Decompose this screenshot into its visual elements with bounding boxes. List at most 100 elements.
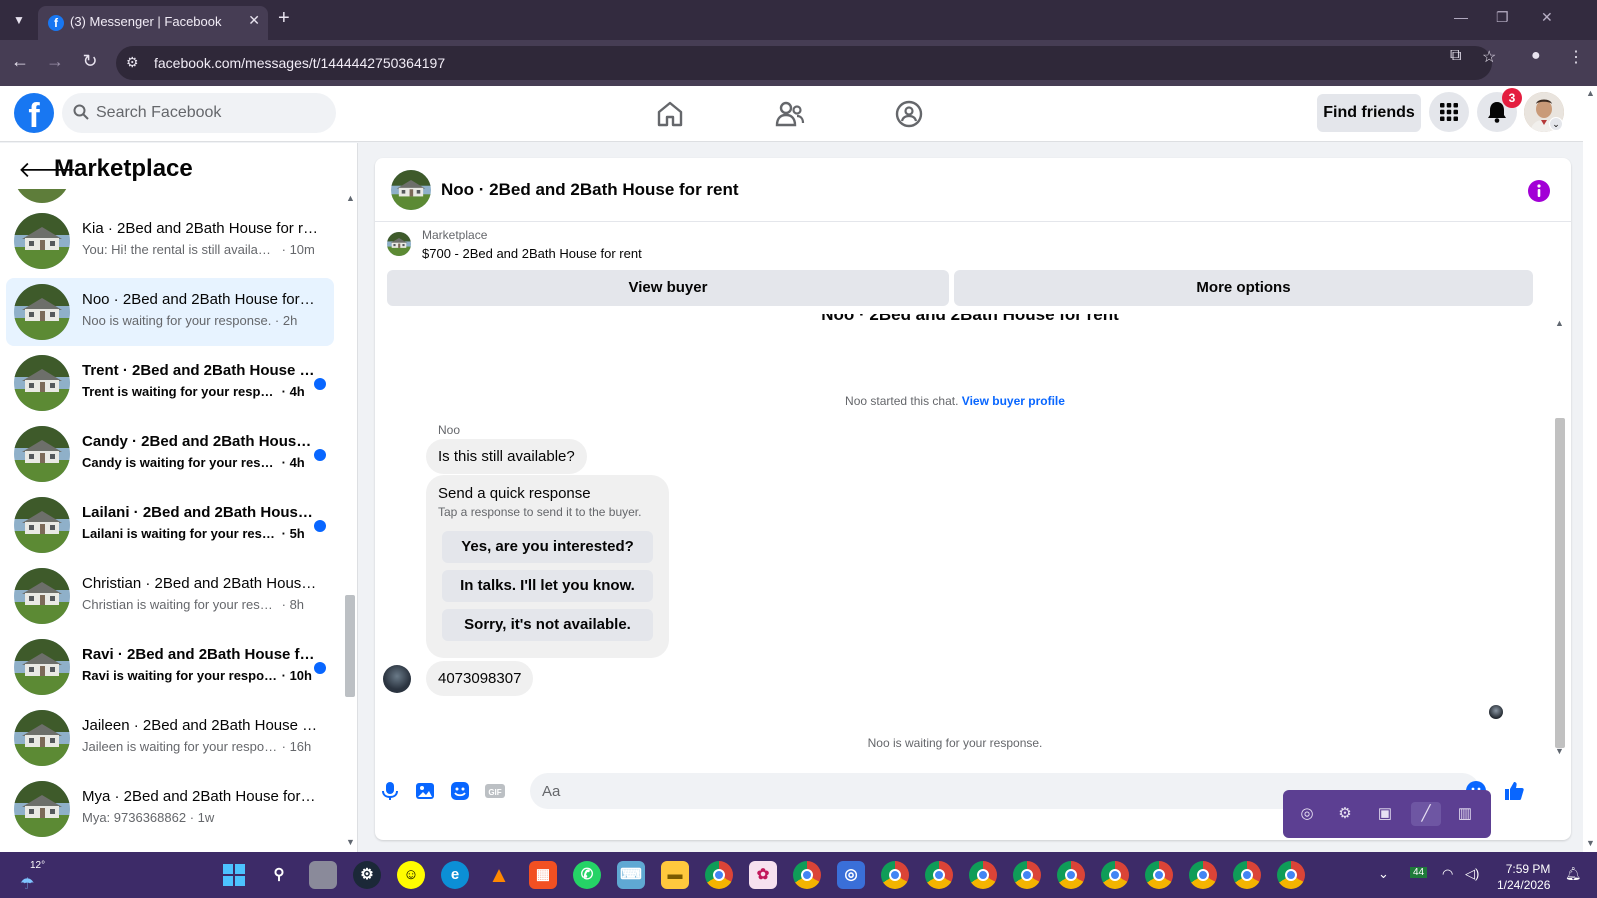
chrome-icon[interactable]	[1057, 861, 1085, 889]
reload-icon[interactable]: ↻	[78, 51, 102, 72]
page-scrollbar[interactable]: ▲ ▼	[1583, 86, 1597, 852]
new-tab-icon[interactable]: +	[278, 7, 290, 30]
facebook-logo-icon[interactable]: f	[14, 93, 54, 135]
sticker-icon[interactable]	[449, 780, 471, 802]
chat-scroll-up-icon[interactable]: ▲	[1555, 318, 1564, 328]
chrome-icon[interactable]	[925, 861, 953, 889]
photos-app-icon[interactable]: ✿	[749, 861, 777, 889]
home-icon[interactable]	[654, 98, 686, 130]
back-icon[interactable]: ←	[8, 51, 32, 72]
search-input[interactable]	[96, 93, 326, 133]
keyboard-app-icon[interactable]: ⌨	[617, 861, 645, 889]
taskbar-search-icon[interactable]: ⚲	[265, 861, 293, 889]
sidebar-scroll-up-icon[interactable]: ▲	[346, 193, 355, 203]
chrome-icon[interactable]	[705, 861, 733, 889]
profile-icon[interactable]: ●	[1531, 47, 1541, 65]
restore-icon[interactable]: ❐	[1496, 9, 1509, 26]
tray-app-badge[interactable]: 44	[1410, 867, 1428, 878]
snapchat-icon[interactable]: ☺	[397, 861, 425, 889]
file-explorer-icon[interactable]: ▬	[661, 861, 689, 889]
conversation-item[interactable]: Trent · 2Bed and 2Bath House for rent Tre…	[6, 349, 334, 417]
view-buyer-button[interactable]: View buyer	[387, 270, 949, 306]
tab-close-icon[interactable]: ✕	[248, 12, 260, 29]
message-bubble[interactable]: 4073098307	[426, 661, 534, 696]
edge-icon[interactable]: e	[441, 861, 469, 889]
chrome-icon[interactable]	[793, 861, 821, 889]
facebook-search[interactable]	[62, 93, 336, 133]
menu-button[interactable]	[1429, 92, 1469, 132]
clipped-chat-intro: Noo · 2Bed and 2Bath House for rent	[375, 314, 1553, 324]
tray-overflow-chevron-icon[interactable]: ⌄	[1378, 866, 1389, 882]
info-icon[interactable]	[1528, 180, 1550, 202]
marketplace-sidebar: 🡐 Marketplace ▲ ▼ Kia · 2Bed and 2Bath H…	[0, 143, 358, 852]
vlc-icon[interactable]: ▲	[485, 861, 513, 889]
gif-icon[interactable]: GIF	[484, 780, 506, 802]
conversation-separator: ·	[278, 668, 290, 683]
find-friends-button[interactable]: Find friends	[1317, 94, 1421, 132]
microphone-icon[interactable]	[379, 780, 401, 802]
whatsapp-icon[interactable]: ✆	[573, 861, 601, 889]
sidebar-scrollbar[interactable]	[345, 595, 355, 697]
window-close-icon[interactable]: ✕	[1541, 9, 1553, 26]
screenshot-app-icon[interactable]: ◎	[1295, 802, 1319, 826]
microsoft-store-icon[interactable]: ▦	[529, 861, 557, 889]
browser-tab-messenger[interactable]: f (3) Messenger | Facebook ✕	[38, 6, 268, 40]
conversation-item[interactable]: Kia · 2Bed and 2Bath House for rent You: …	[6, 207, 334, 275]
page-scroll-down-icon[interactable]: ▼	[1586, 838, 1595, 848]
volume-icon[interactable]: ◁)	[1465, 866, 1479, 882]
pen-tray-icon[interactable]: ╱	[1411, 802, 1441, 826]
thumbs-up-icon[interactable]	[1503, 780, 1525, 802]
steam-tray-icon[interactable]: ⚙	[1333, 802, 1357, 826]
buyer-avatar[interactable]	[383, 665, 411, 693]
friends-icon[interactable]	[774, 98, 806, 130]
install-app-icon[interactable]: ⧉	[1450, 47, 1461, 65]
browser-menu-icon[interactable]: ⋮	[1568, 47, 1584, 67]
quick-response-in-talks-button[interactable]: In talks. I'll let you know.	[442, 570, 653, 602]
chrome-icon[interactable]	[881, 861, 909, 889]
listing-thumbnail[interactable]	[391, 170, 431, 210]
windows-taskbar: ☂ 12° ⚲ ⚙ ☺ e ▲ ▦ ✆ ⌨ ▬ ✿ ◎ ⌄ 44 ◠ ◁) 7:…	[0, 852, 1597, 898]
tab-search-dropdown-icon[interactable]: ▼	[8, 9, 30, 31]
conversation-item[interactable]: Lailani · 2Bed and 2Bath House for rent L…	[6, 491, 334, 559]
chrome-icon[interactable]	[1277, 861, 1305, 889]
chrome-icon[interactable]	[1233, 861, 1261, 889]
forward-icon[interactable]: →	[43, 51, 67, 72]
conversation-item[interactable]: Candy · 2Bed and 2Bath House for rent Can…	[6, 420, 334, 488]
sidebar-scroll-down-icon[interactable]: ▼	[346, 837, 355, 847]
chrome-icon[interactable]	[1101, 861, 1129, 889]
photo-icon[interactable]	[414, 780, 436, 802]
screen-tool-icon[interactable]: ◎	[837, 861, 865, 889]
view-buyer-profile-link[interactable]: View buyer profile	[962, 394, 1065, 408]
notification-bell-icon[interactable]: 🔔︎	[1565, 866, 1582, 882]
chat-title[interactable]: Noo · 2Bed and 2Bath House for rent	[441, 180, 739, 200]
security-tray-icon[interactable]: ▣	[1373, 802, 1397, 826]
chrome-icon[interactable]	[1189, 861, 1217, 889]
task-view-icon[interactable]	[309, 861, 337, 889]
chat-scrollbar[interactable]	[1555, 418, 1565, 748]
chat-scroll-down-icon[interactable]: ▼	[1555, 746, 1564, 756]
more-options-button[interactable]: More options	[954, 270, 1533, 306]
quick-response-not-available-button[interactable]: Sorry, it's not available.	[442, 609, 653, 641]
stats-tray-icon[interactable]: ▥	[1453, 802, 1477, 826]
quick-response-interested-button[interactable]: Yes, are you interested?	[442, 531, 653, 563]
wifi-icon[interactable]: ◠	[1442, 866, 1453, 882]
address-bar[interactable]: ⚙ facebook.com/messages/t/14444427503641…	[116, 46, 1492, 80]
minimize-icon[interactable]: —	[1454, 9, 1468, 25]
conversation-item[interactable]: Jaileen · 2Bed and 2Bath House for rent J…	[6, 704, 334, 772]
bookmark-star-icon[interactable]: ☆	[1482, 47, 1496, 67]
windows-start-icon[interactable]	[220, 861, 248, 889]
chrome-icon[interactable]	[969, 861, 997, 889]
steam-icon[interactable]: ⚙	[353, 861, 381, 889]
conversation-item[interactable]: Mya · 2Bed and 2Bath House for rent Mya: …	[6, 775, 334, 843]
chrome-icon[interactable]	[1145, 861, 1173, 889]
chrome-icon[interactable]	[1013, 861, 1041, 889]
conversation-item[interactable]: Noo · 2Bed and 2Bath House for rent Noo i…	[6, 278, 334, 346]
conversation-item[interactable]: Ravi · 2Bed and 2Bath House for rent Ravi…	[6, 633, 334, 701]
taskbar-clock[interactable]: 7:59 PM 1/24/2026	[1497, 861, 1550, 893]
page-scroll-up-icon[interactable]: ▲	[1586, 88, 1595, 98]
groups-icon[interactable]	[893, 98, 925, 130]
account-chevron-down-icon[interactable]: ⌄	[1549, 117, 1563, 131]
conversation-item[interactable]: Christian · 2Bed and 2Bath House for ren…	[6, 562, 334, 630]
message-bubble[interactable]: Is this still available?	[426, 439, 587, 474]
site-info-icon[interactable]: ⚙	[126, 54, 139, 71]
